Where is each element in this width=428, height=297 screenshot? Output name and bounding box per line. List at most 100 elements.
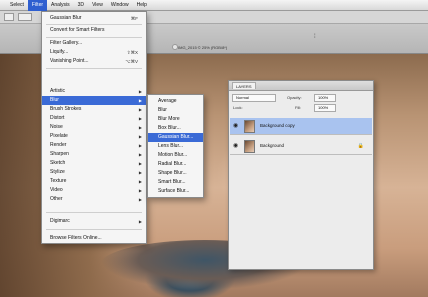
menu-item-other[interactable]: Other ▶ <box>42 195 146 204</box>
submenu-arrow-icon: ▶ <box>138 116 142 121</box>
menu-item-pixelate[interactable]: Pixelate ▶ <box>42 132 146 141</box>
submenu-arrow-icon: ▶ <box>138 179 142 184</box>
menu-item-sketch[interactable]: Sketch ▶ <box>42 159 146 168</box>
menu-item-filter-gallery[interactable]: Filter Gallery... <box>42 39 146 48</box>
menu-item-label: Texture <box>50 178 67 184</box>
filter-menu: Gaussian Blur ⌘F Convert for Smart Filte… <box>41 11 147 244</box>
menu-item-label: Render <box>50 142 67 148</box>
layer-name: Background copy <box>260 123 295 128</box>
menu-item-vanishing-point[interactable]: Vanishing Point... ⌥⌘V <box>42 57 146 66</box>
menu-item-stylize[interactable]: Stylize ▶ <box>42 168 146 177</box>
menu-item-render[interactable]: Render ▶ <box>42 141 146 150</box>
menu-3d[interactable]: 3D <box>74 0 88 11</box>
submenu-item-average[interactable]: Average <box>148 97 203 106</box>
submenu-arrow-icon: ▶ <box>138 188 142 193</box>
menu-separator <box>46 37 142 38</box>
lock-label: Lock: <box>233 105 243 110</box>
submenu-arrow-icon: ▶ <box>138 98 142 103</box>
menu-item-label: Artistic <box>50 88 65 94</box>
submenu-arrow-icon: ▶ <box>138 197 142 202</box>
menu-item-digimarc[interactable]: Digimarc ▶ <box>42 217 146 226</box>
opacity-label: Opacity: <box>287 95 302 100</box>
submenu-arrow-icon: ▶ <box>138 170 142 175</box>
document-tab-title[interactable]: IMG_2015 © 25% (RGB/8*) <box>178 45 227 50</box>
menu-separator <box>46 212 142 213</box>
menu-item-label: Distort <box>50 115 65 121</box>
submenu-item-blur[interactable]: Blur <box>148 106 203 115</box>
menu-separator <box>46 68 142 69</box>
blur-submenu: Average Blur Blur More Box Blur... Gauss… <box>147 94 204 198</box>
submenu-arrow-icon: ▶ <box>138 152 142 157</box>
eye-icon[interactable]: ◉ <box>233 123 240 129</box>
submenu-arrow-icon: ▶ <box>138 161 142 166</box>
menu-separator <box>46 24 142 25</box>
eye-icon[interactable]: ◉ <box>233 143 240 149</box>
fill-label: Fill: <box>295 105 302 110</box>
layer-name: Background <box>260 143 285 148</box>
menu-separator <box>46 229 142 230</box>
menu-item-noise[interactable]: Noise ▶ <box>42 123 146 132</box>
opacity-field[interactable]: 100% <box>314 94 336 102</box>
menu-help[interactable]: Help <box>133 0 151 11</box>
layers-panel-header: LAYERS <box>229 81 373 91</box>
menu-view[interactable]: View <box>88 0 107 11</box>
menu-item-label: Sharpen <box>50 151 69 157</box>
layer-thumbnail <box>244 140 255 153</box>
submenu-arrow-icon: ▶ <box>138 89 142 94</box>
menu-item-last-filter[interactable]: Gaussian Blur ⌘F <box>42 14 146 23</box>
tool-preset-button[interactable] <box>4 13 14 21</box>
menu-item-label: Vanishing Point... <box>50 58 89 64</box>
blend-mode-select[interactable]: Normal <box>232 94 276 102</box>
menu-item-browse-filters-online[interactable]: Browse Filters Online... <box>42 234 146 243</box>
submenu-arrow-icon: ▶ <box>138 107 142 112</box>
menu-item-convert-smart-filters[interactable]: Convert for Smart Filters <box>42 26 146 35</box>
submenu-arrow-icon: ▶ <box>138 125 142 130</box>
submenu-item-shape-blur[interactable]: Shape Blur... <box>148 169 203 178</box>
layer-thumbnail <box>244 120 255 133</box>
menu-item-texture[interactable]: Texture ▶ <box>42 177 146 186</box>
panel-grip-icon: ⁞ <box>314 34 316 40</box>
menu-item-video[interactable]: Video ▶ <box>42 186 146 195</box>
menu-item-brush-strokes[interactable]: Brush Strokes ▶ <box>42 105 146 114</box>
submenu-item-radial-blur[interactable]: Radial Blur... <box>148 160 203 169</box>
menu-item-label: Filter Gallery... <box>50 40 83 46</box>
submenu-item-lens-blur[interactable]: Lens Blur... <box>148 142 203 151</box>
menu-bar: Select Filter Analysis 3D View Window He… <box>0 0 428 11</box>
submenu-arrow-icon: ▶ <box>138 134 142 139</box>
menu-item-label: Browse Filters Online... <box>50 235 102 241</box>
submenu-item-smart-blur[interactable]: Smart Blur... <box>148 178 203 187</box>
menu-item-label: Stylize <box>50 169 65 175</box>
tool-option-button[interactable] <box>18 13 32 21</box>
menu-item-label: Liquify... <box>50 49 69 55</box>
menu-item-artistic[interactable]: Artistic ▶ <box>42 87 146 96</box>
menu-item-sharpen[interactable]: Sharpen ▶ <box>42 150 146 159</box>
submenu-item-box-blur[interactable]: Box Blur... <box>148 124 203 133</box>
menu-item-label: Blur <box>50 97 59 103</box>
menu-filter[interactable]: Filter <box>27 0 48 11</box>
submenu-item-blur-more[interactable]: Blur More <box>148 115 203 124</box>
shortcut-label: ⌥⌘V <box>125 59 138 64</box>
layer-row-background[interactable]: ◉ Background 🔒 <box>230 138 372 155</box>
menu-item-blur[interactable]: Blur ▶ <box>42 96 146 105</box>
submenu-item-gaussian-blur[interactable]: Gaussian Blur... <box>148 133 203 142</box>
layer-row-background-copy[interactable]: ◉ Background copy <box>230 118 372 135</box>
menu-window[interactable]: Window <box>107 0 133 11</box>
menu-item-label: Brush Strokes <box>50 106 82 112</box>
submenu-item-motion-blur[interactable]: Motion Blur... <box>148 151 203 160</box>
menu-select[interactable]: Select <box>6 0 28 11</box>
shortcut-label: ⌘F <box>130 16 138 21</box>
lock-icon: 🔒 <box>357 143 364 149</box>
submenu-item-surface-blur[interactable]: Surface Blur... <box>148 187 203 196</box>
menu-item-label: Other <box>50 196 63 202</box>
menu-item-label: Noise <box>50 124 63 130</box>
menu-item-label: Gaussian Blur <box>50 15 82 21</box>
photoshop-window: Select Filter Analysis 3D View Window He… <box>0 0 428 297</box>
menu-analysis[interactable]: Analysis <box>47 0 74 11</box>
menu-item-label: Digimarc <box>50 218 70 224</box>
tab-layers[interactable]: LAYERS <box>232 82 256 89</box>
menu-item-liquify[interactable]: Liquify... ⇧⌘X <box>42 48 146 57</box>
submenu-arrow-icon: ▶ <box>138 143 142 148</box>
menu-item-label: Pixelate <box>50 133 68 139</box>
menu-item-distort[interactable]: Distort ▶ <box>42 114 146 123</box>
fill-field[interactable]: 100% <box>314 104 336 112</box>
